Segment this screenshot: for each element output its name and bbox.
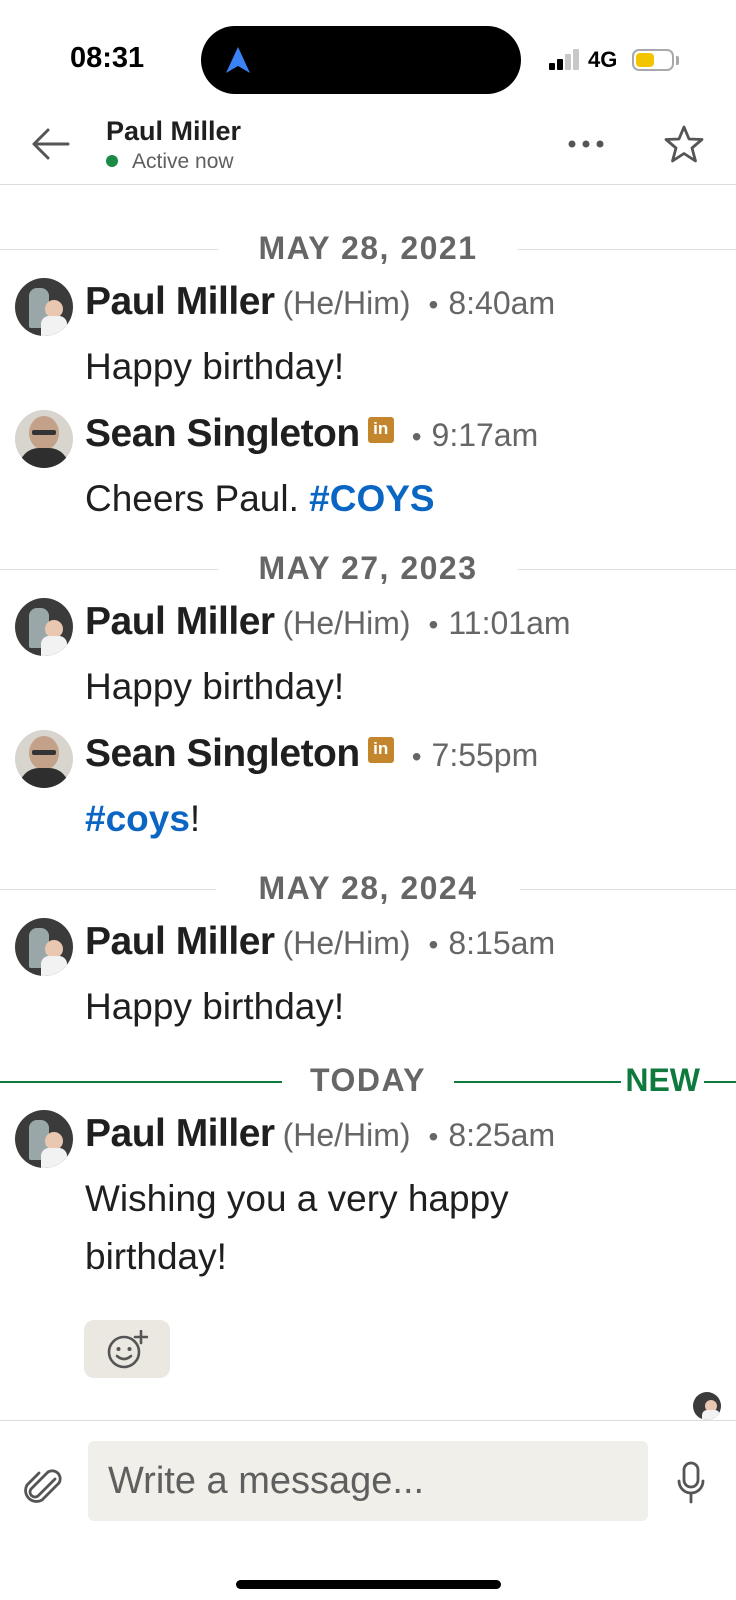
sender-name[interactable]: Paul Miller	[85, 600, 275, 643]
sender-name[interactable]: Sean Singleton	[85, 732, 360, 775]
paperclip-icon[interactable]	[24, 1467, 64, 1509]
linkedin-premium-icon: in	[367, 737, 394, 763]
avatar[interactable]	[15, 1110, 73, 1168]
dynamic-island	[201, 26, 521, 94]
status-time: 08:31	[70, 42, 145, 74]
star-icon[interactable]	[664, 124, 704, 164]
message-time: 9:17am	[431, 417, 539, 453]
message-time: 7:55pm	[431, 737, 539, 773]
pronouns: (He/Him)	[282, 1117, 411, 1153]
presence-status: Active now	[106, 150, 234, 174]
pronouns: (He/Him)	[282, 925, 411, 961]
pronouns: (He/Him)	[282, 285, 411, 321]
home-indicator	[236, 1580, 501, 1589]
battery-icon	[632, 49, 674, 71]
presence-label: Active now	[132, 150, 234, 173]
status-bar: 08:31 4G	[0, 0, 736, 110]
signal-icon	[549, 48, 581, 70]
avatar[interactable]	[15, 918, 73, 976]
microphone-icon[interactable]	[676, 1461, 706, 1505]
new-messages-separator: TODAY NEW	[0, 1062, 736, 1102]
back-arrow-icon[interactable]	[28, 124, 74, 164]
message-time: 8:25am	[448, 1117, 556, 1153]
navigation-arrow-icon	[226, 47, 250, 73]
avatar[interactable]	[15, 730, 73, 788]
date-separator: MAY 27, 2023	[0, 550, 736, 590]
add-reaction-button[interactable]	[84, 1320, 170, 1378]
presence-dot-icon	[106, 155, 118, 167]
sender-name[interactable]: Sean Singleton	[85, 412, 360, 455]
sender-name[interactable]: Paul Miller	[85, 920, 275, 963]
avatar[interactable]	[15, 598, 73, 656]
hashtag-link[interactable]: #COYS	[309, 478, 434, 519]
new-badge: NEW	[621, 1062, 704, 1099]
avatar[interactable]	[15, 410, 73, 468]
add-reaction-icon	[107, 1330, 148, 1369]
message-time: 8:15am	[448, 925, 556, 961]
network-type: 4G	[588, 47, 618, 72]
avatar[interactable]	[15, 278, 73, 336]
sender-name[interactable]: Paul Miller	[85, 280, 275, 323]
message-text: Wishing you a very happy birthday!	[85, 1178, 509, 1277]
message-composer	[0, 1420, 736, 1600]
message-input[interactable]	[88, 1441, 648, 1521]
message-text: #coys!	[85, 798, 201, 839]
message-text: Cheers Paul. #COYS	[85, 478, 435, 519]
read-receipt-avatar	[693, 1392, 721, 1420]
pronouns: (He/Him)	[282, 605, 411, 641]
sender-name[interactable]: Paul Miller	[85, 1112, 275, 1155]
date-separator: MAY 28, 2021	[0, 230, 736, 270]
message-time: 11:01am	[448, 605, 571, 641]
message-time: 8:40am	[448, 285, 556, 321]
message-text: Happy birthday!	[85, 666, 345, 707]
message-text: Happy birthday!	[85, 346, 345, 387]
hashtag-link[interactable]: #coys	[85, 798, 190, 839]
more-icon[interactable]	[566, 134, 606, 154]
date-separator: MAY 28, 2024	[0, 870, 736, 910]
linkedin-premium-icon: in	[367, 417, 394, 443]
conversation-header: Paul Miller Active now	[0, 110, 736, 185]
message-text: Happy birthday!	[85, 986, 345, 1027]
contact-name[interactable]: Paul Miller	[106, 116, 241, 147]
message-thread[interactable]: MAY 28, 2021 Paul Miller (He/Him) • 8:40am …	[0, 186, 736, 1419]
